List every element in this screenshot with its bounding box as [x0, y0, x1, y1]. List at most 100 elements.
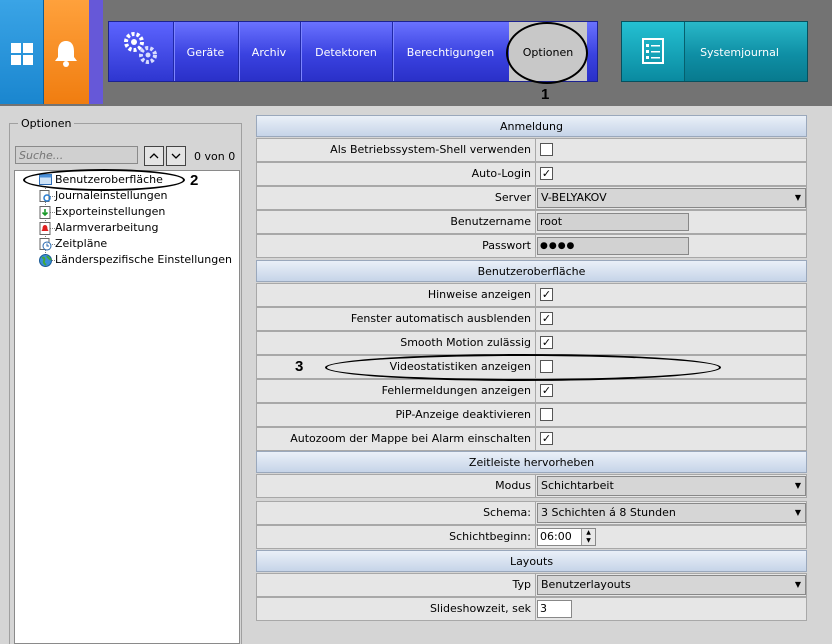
dropdown-arrow-icon: ▼ [794, 193, 801, 202]
autozoom-checkbox[interactable]: ✓ [540, 432, 553, 445]
row-fehlermeldungen: Fehlermeldungen anzeigen ✓ [256, 379, 807, 403]
row-label: Typ [512, 578, 532, 591]
tree-item-exporteinstellungen[interactable]: Exporteinstellungen [55, 204, 165, 220]
fehlermeldungen-checkbox[interactable]: ✓ [540, 384, 553, 397]
row-label: Schema: [483, 506, 531, 519]
row-label: Slideshowzeit, sek [429, 602, 531, 615]
row-username: Benutzername root [256, 210, 807, 234]
dropdown-arrow-icon: ▼ [794, 508, 801, 517]
alarm-bell-button[interactable] [44, 0, 89, 104]
row-fenster-ausblenden: Fenster automatisch ausblenden ✓ [256, 307, 807, 331]
username-field[interactable]: root [537, 213, 689, 231]
row-label: Schichtbeginn: [449, 530, 531, 543]
section-header-layouts: Layouts [256, 550, 807, 572]
row-schema: Schema: 3 Schichten á 8 Stunden ▼ [256, 501, 807, 525]
section-header-benutzeroberflaeche: Benutzeroberfläche [256, 260, 807, 282]
windows-icon [11, 43, 33, 65]
typ-select[interactable]: Benutzerlayouts ▼ [537, 575, 806, 595]
schema-value: 3 Schichten á 8 Stunden [541, 506, 676, 519]
row-label: Hinweise anzeigen [427, 288, 531, 301]
row-server: Server V-BELYAKOV ▼ [256, 186, 807, 210]
tab-geraete[interactable]: Geräte [173, 22, 238, 81]
row-label: Server [494, 191, 531, 204]
settings-home-button[interactable] [109, 22, 173, 81]
gears-icon [124, 32, 157, 64]
row-password: Passwort ●●●● [256, 234, 807, 258]
search-prev-button[interactable] [144, 146, 164, 166]
server-select[interactable]: V-BELYAKOV ▼ [537, 188, 806, 208]
row-schichtbeginn: Schichtbeginn: 06:00 ▲ ▼ [256, 525, 807, 549]
tab-systemjournal[interactable]: Systemjournal [684, 22, 794, 81]
row-label: Passwort [482, 239, 531, 252]
pip-checkbox[interactable] [540, 408, 553, 421]
typ-value: Benutzerlayouts [541, 578, 631, 591]
annotation-ellipse-videostatistiken [325, 354, 721, 381]
alarm-icon [39, 222, 51, 235]
row-autozoom: Autozoom der Mappe bei Alarm einschalten… [256, 427, 807, 451]
annotation-marker-1: 1 [541, 86, 550, 103]
nav-accent-strip [89, 0, 103, 104]
row-label: Autozoom der Mappe bei Alarm einschalten [290, 432, 531, 445]
journal-icon [642, 38, 664, 64]
shell-checkbox[interactable] [540, 143, 553, 156]
row-label: Modus [495, 479, 531, 492]
globe-icon [39, 254, 52, 267]
tree-item-alarmverarbeitung[interactable]: Alarmverarbeitung [55, 220, 158, 236]
search-input[interactable] [15, 146, 138, 164]
chevron-up-icon [149, 153, 159, 159]
row-label: Fenster automatisch ausblenden [350, 312, 531, 325]
autologin-checkbox[interactable]: ✓ [540, 167, 553, 180]
modus-value: Schichtarbeit [541, 479, 614, 492]
server-value: V-BELYAKOV [541, 191, 607, 204]
options-tree: Benutzeroberfläche Journaleinstellungen … [14, 170, 240, 644]
tree-item-laenderspezifisch[interactable]: Länderspezifische Einstellungen [55, 252, 232, 268]
row-shell: Als Betriebssystem-Shell verwenden [256, 138, 807, 162]
tab-berechtigungen[interactable]: Berechtigungen [392, 22, 509, 81]
row-label: Als Betriebssystem-Shell verwenden [330, 143, 531, 156]
modus-select[interactable]: Schichtarbeit ▼ [537, 476, 806, 496]
section-header-anmeldung: Anmeldung [256, 115, 807, 137]
export-icon [39, 206, 51, 219]
options-group-title: Optionen [18, 117, 75, 130]
row-label: Benutzername [450, 215, 531, 228]
annotation-ellipse-options [506, 22, 588, 84]
row-pip: PiP-Anzeige deaktivieren [256, 403, 807, 427]
row-label: Smooth Motion zulässig [400, 336, 531, 349]
search-match-count: 0 von 0 [194, 150, 236, 163]
row-hinweise: Hinweise anzeigen ✓ [256, 283, 807, 307]
schema-select[interactable]: 3 Schichten á 8 Stunden ▼ [537, 503, 806, 523]
fenster-ausblenden-checkbox[interactable]: ✓ [540, 312, 553, 325]
annotation-marker-2: 2 [190, 172, 199, 189]
journal-search-icon [39, 190, 51, 202]
password-field[interactable]: ●●●● [537, 237, 689, 255]
tree-item-zeitplaene[interactable]: Zeitpläne [55, 236, 107, 252]
system-navigation: Systemjournal [621, 21, 808, 82]
row-label: Fehlermeldungen anzeigen [381, 384, 531, 397]
chevron-down-icon [171, 153, 181, 159]
row-autologin: Auto-Login ✓ [256, 162, 807, 186]
schichtbeginn-value: 06:00 [540, 530, 572, 543]
section-header-zeitleiste: Zeitleiste hervorheben [256, 451, 807, 473]
search-next-button[interactable] [166, 146, 186, 166]
windows-menu-button[interactable] [0, 0, 44, 104]
smooth-motion-checkbox[interactable]: ✓ [540, 336, 553, 349]
clock-icon [39, 238, 52, 251]
dropdown-arrow-icon: ▼ [794, 580, 801, 589]
row-label: PiP-Anzeige deaktivieren [395, 408, 532, 421]
row-slideshowzeit: Slideshowzeit, sek 3 [256, 597, 807, 621]
row-label: Auto-Login [471, 167, 531, 180]
row-typ: Typ Benutzerlayouts ▼ [256, 573, 807, 597]
dropdown-arrow-icon: ▼ [794, 481, 801, 490]
bell-icon [55, 41, 77, 67]
spin-arrows-icon[interactable]: ▲ ▼ [581, 529, 595, 545]
schichtbeginn-stepper[interactable]: 06:00 ▲ ▼ [537, 528, 596, 546]
row-modus: Modus Schichtarbeit ▼ [256, 474, 807, 498]
tab-archiv[interactable]: Archiv [238, 22, 300, 81]
system-journal-icon-button[interactable] [622, 22, 684, 81]
row-smooth-motion: Smooth Motion zulässig ✓ [256, 331, 807, 355]
hinweise-checkbox[interactable]: ✓ [540, 288, 553, 301]
tab-detektoren[interactable]: Detektoren [300, 22, 392, 81]
annotation-ellipse-benutzeroberflaeche [23, 169, 185, 191]
slideshowzeit-field[interactable]: 3 [537, 600, 572, 618]
annotation-marker-3: 3 [295, 358, 304, 375]
